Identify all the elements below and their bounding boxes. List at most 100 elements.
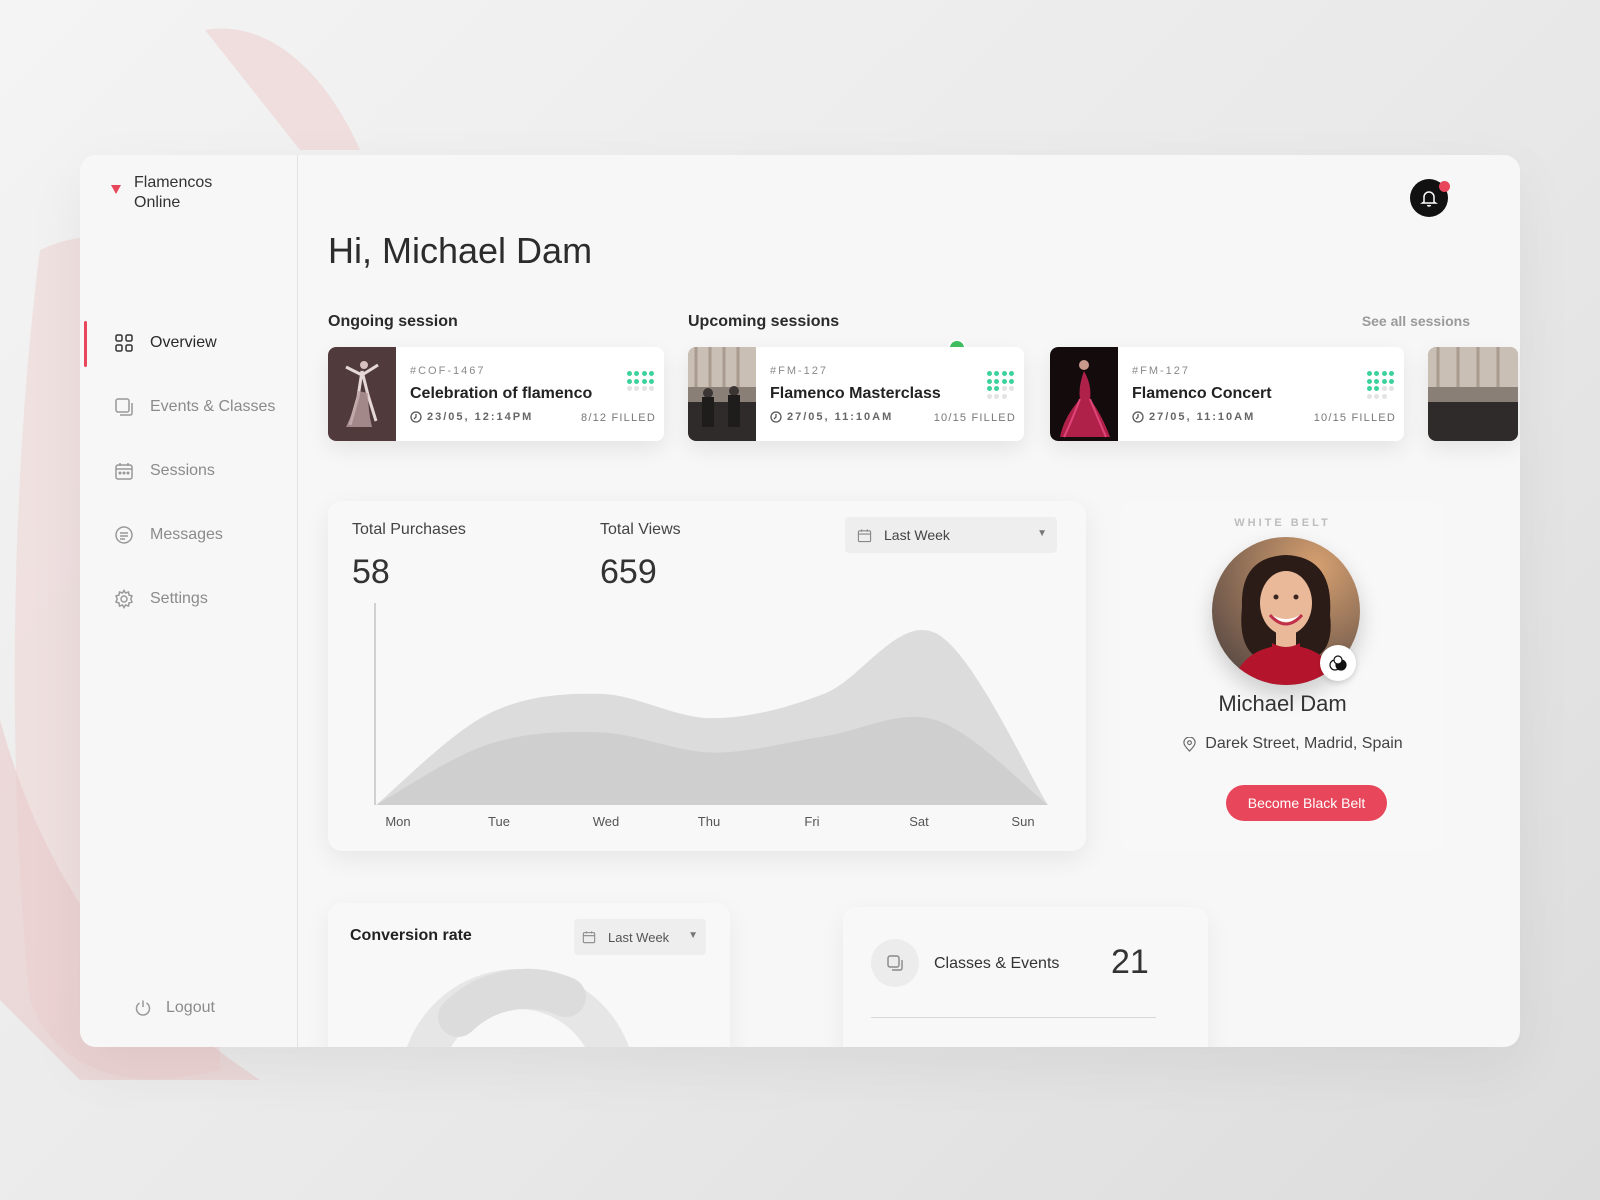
divider [871,1017,1156,1018]
capacity-dot [1374,371,1379,376]
capacity-dot [986,386,992,391]
session-filled: 10/15 FILLED [1313,412,1396,424]
conversion-period-select[interactable]: Last Week ▼ [574,919,706,955]
upcoming-session-card[interactable]: #FM-127 Flamenco Concert 27/05, 11:10AM … [1050,347,1404,441]
capacity-dot [1001,393,1007,399]
classes-icon-wrap [871,939,919,987]
capacity-dot [994,371,999,376]
capacity-dot [649,386,654,391]
upcoming-session-card[interactable]: #FM-127 Flamenco Masterclass 27/05, 11:1… [688,347,1024,441]
capacity-dot [641,371,647,376]
capacity-dot [1009,371,1014,376]
sidebar: Flamencos Online Overview Events & Class… [80,155,298,1047]
see-all-sessions-link[interactable]: See all sessions [1362,313,1470,329]
capacity-dot [626,378,632,384]
power-icon [135,1000,151,1016]
capacity-dot [1389,378,1394,384]
clock-icon [1132,411,1144,423]
capacity-dot [1009,386,1014,391]
profile-card: WHITE BELT Michael Dam Darek Street, Mad… [1121,501,1444,851]
capacity-dots [626,371,654,391]
session-title: Flamenco Masterclass [770,385,941,402]
sidebar-item-events-classes[interactable]: Events & Classes [80,375,297,439]
capacity-dots [1366,371,1394,399]
capacity-dot [986,378,992,384]
sidebar-item-label: Settings [150,590,208,607]
session-thumbnail [328,347,396,441]
session-filled: 10/15 FILLED [933,412,1016,424]
session-title: Celebration of flamenco [410,385,593,402]
ongoing-session-label: Ongoing session [328,313,458,330]
capacity-dot [649,378,654,384]
sidebar-item-overview[interactable]: Overview [80,311,297,375]
capacity-dot [1001,371,1007,376]
session-time: 23/05, 12:14PM [410,411,533,423]
ongoing-session-card[interactable]: #COF-1467 Celebration of flamenco 23/05,… [328,347,664,441]
sidebar-item-sessions[interactable]: Sessions [80,439,297,503]
layers-icon [115,398,133,416]
upcoming-session-card-peek[interactable] [1428,347,1518,441]
capacity-dot [1366,386,1372,391]
capacity-dot [1366,371,1372,376]
app-window: Flamencos Online Overview Events & Class… [80,155,1520,1047]
session-code: #FM-127 [1132,365,1191,377]
sidebar-item-label: Events & Classes [150,398,276,415]
calendar-icon [582,931,596,944]
area-chart: Mon Tue Wed Thu Fri Sat Sun [374,603,1048,829]
classes-events-card: Classes & Events 21 [843,907,1208,1047]
location-pin-icon [1183,736,1196,752]
capacity-dot [641,378,647,384]
capacity-dot [986,371,992,376]
capacity-dot [1374,378,1379,384]
profile-name: Michael Dam [1218,691,1347,716]
conversion-title: Conversion rate [350,927,472,944]
session-code: #COF-1467 [410,365,486,377]
capacity-dot [1381,386,1387,391]
x-tick-label: Thu [698,814,720,829]
notifications-button[interactable] [1410,179,1450,217]
gear-icon [115,589,133,609]
session-thumbnail [688,347,756,441]
capacity-dot [986,393,992,399]
sidebar-item-messages[interactable]: Messages [80,503,297,567]
capacity-dot [1381,378,1387,384]
capacity-dot [1389,386,1394,391]
session-code: #FM-127 [770,365,829,377]
logout-label: Logout [166,999,215,1016]
conversion-gauge [407,968,629,1047]
main-content: Hi, Michael Dam Ongoing session Upcoming… [298,155,1520,1047]
clock-icon [410,411,422,423]
sidebar-item-label: Sessions [150,462,215,479]
belt-badge-icon [1329,655,1347,671]
capacity-dot [634,371,639,376]
session-time: 27/05, 11:10AM [770,411,893,423]
brand-logo-icon [111,185,121,194]
calendar-icon [115,463,133,480]
classes-events-value: 21 [1111,943,1149,981]
x-tick-label: Sat [909,814,929,829]
capacity-dot [626,371,632,376]
capacity-dot [634,378,639,384]
capacity-dot [634,386,639,391]
capacity-dot [1001,378,1007,384]
brand[interactable]: Flamencos Online [110,173,244,213]
sidebar-item-label: Overview [150,334,217,351]
x-tick-label: Tue [488,814,510,829]
message-icon [115,526,133,544]
sidebar-item-label: Messages [150,526,223,543]
page-title: Hi, Michael Dam [328,230,593,271]
capacity-dot [641,386,647,391]
notification-badge [1439,181,1450,192]
session-title: Flamenco Concert [1132,385,1272,402]
capacity-dot [994,393,999,399]
capacity-dot [1374,393,1379,399]
layers-icon [887,955,903,971]
logout-button[interactable]: Logout [134,999,215,1017]
capacity-dot [1381,371,1387,376]
session-thumbnail [1050,347,1118,441]
sidebar-item-settings[interactable]: Settings [80,567,297,631]
become-black-belt-button[interactable]: Become Black Belt [1226,785,1387,821]
chevron-down-icon: ▼ [688,930,698,941]
x-tick-label: Mon [385,814,410,829]
session-time: 27/05, 11:10AM [1132,411,1255,423]
